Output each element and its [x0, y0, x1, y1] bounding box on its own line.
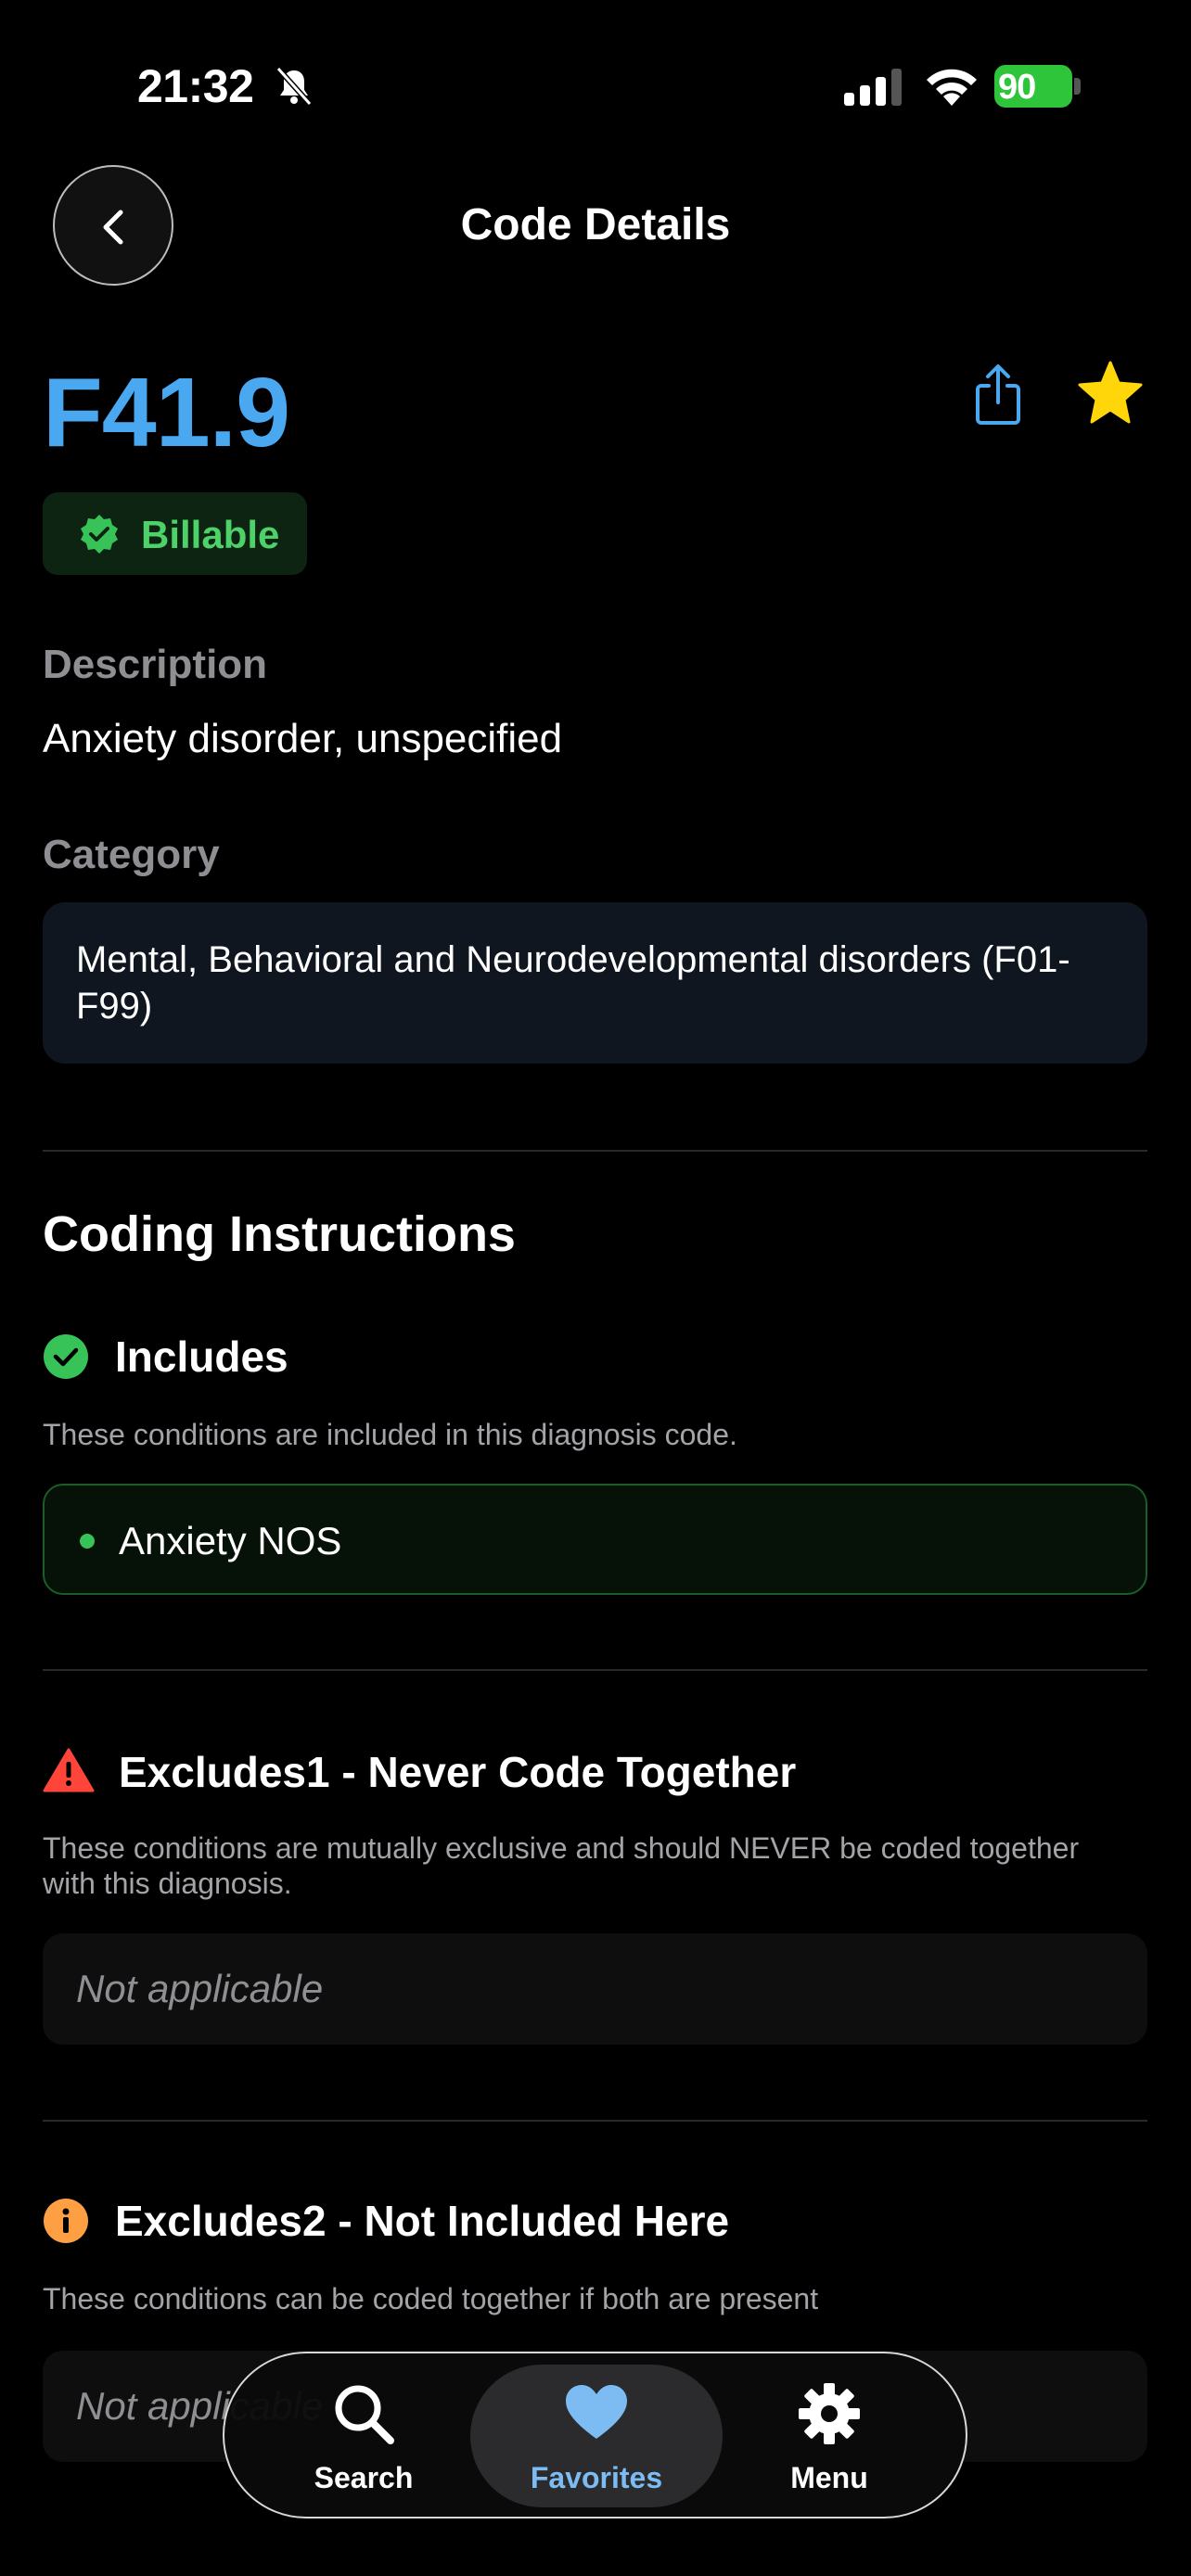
battery-icon: 90: [994, 65, 1083, 108]
tab-favorites-label: Favorites: [530, 2461, 663, 2494]
list-item: Anxiety NOS: [119, 1519, 342, 1562]
excludes2-title: Excludes2 - Not Included Here: [115, 2197, 730, 2245]
battery-percentage: 90: [998, 68, 1036, 107]
warning-triangle-icon: [43, 1748, 95, 1792]
verified-check-icon: [81, 515, 118, 554]
bell-slash-icon: [275, 66, 313, 107]
category-value: Mental, Behavioral and Neurodevelopmenta…: [43, 902, 1147, 1064]
check-circle-icon: [44, 1334, 88, 1379]
excludes1-value-box: Not applicable: [43, 1933, 1147, 2045]
divider: [43, 1150, 1147, 1152]
tab-favorites[interactable]: Favorites: [470, 2365, 723, 2507]
cellular-signal-icon: [844, 69, 902, 106]
info-circle-icon: [44, 2199, 88, 2243]
description-label: Description: [43, 642, 268, 687]
excludes1-value: Not applicable: [76, 1967, 324, 2010]
status-time: 21:32: [137, 60, 254, 112]
tab-search-label: Search: [314, 2461, 414, 2494]
heart-icon: [566, 2385, 627, 2439]
includes-description: These conditions are included in this di…: [43, 1418, 737, 1451]
share-icon[interactable]: [970, 362, 1026, 428]
tab-bar: Search Favorites Menu: [223, 2352, 967, 2519]
divider: [43, 1669, 1147, 1671]
billable-label: Billable: [141, 513, 280, 556]
billable-badge: Billable: [43, 492, 307, 575]
excludes1-description: These conditions are mutually exclusive …: [43, 1831, 1080, 1900]
description-value: Anxiety disorder, unspecified: [43, 716, 563, 761]
excludes1-title: Excludes1 - Never Code Together: [119, 1748, 797, 1796]
excludes2-description: These conditions can be coded together i…: [43, 2282, 819, 2315]
tab-menu[interactable]: Menu: [718, 2353, 941, 2517]
coding-instructions-title: Coding Instructions: [43, 1206, 516, 1262]
bullet: [80, 1534, 95, 1549]
code-value: F41.9: [43, 358, 290, 467]
star-icon[interactable]: [1076, 360, 1145, 425]
page-title: Code Details: [460, 200, 731, 249]
divider: [43, 2120, 1147, 2122]
wifi-icon: [927, 69, 977, 106]
category-label: Category: [43, 832, 220, 877]
search-icon: [335, 2385, 394, 2444]
tab-menu-label: Menu: [790, 2461, 868, 2494]
gear-icon: [799, 2383, 860, 2444]
includes-title: Includes: [115, 1333, 288, 1381]
tab-search[interactable]: Search: [252, 2353, 475, 2517]
includes-list: Anxiety NOS: [43, 1484, 1147, 1595]
